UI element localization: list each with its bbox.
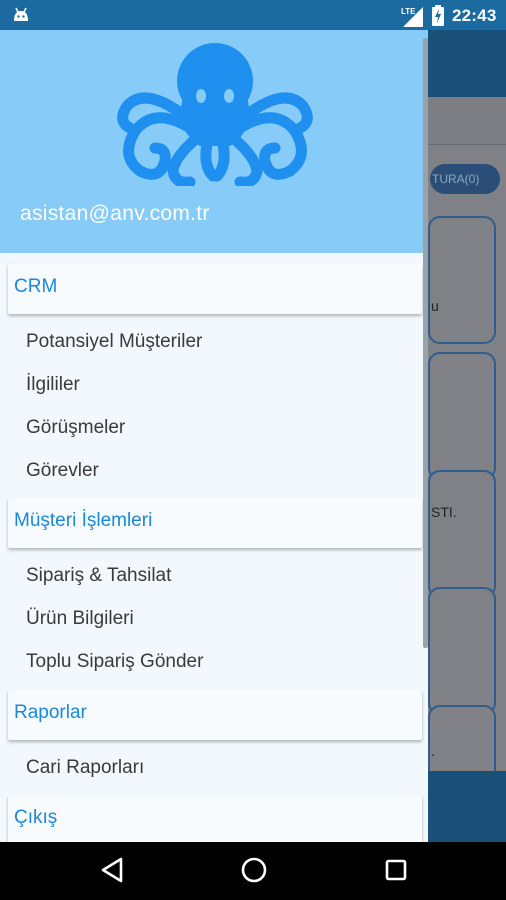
background-tab-pill: TURA(0) (430, 164, 500, 194)
android-notification-icon (14, 7, 28, 21)
back-triangle-icon[interactable] (100, 856, 124, 884)
lte-signal-icon: LTE (401, 7, 423, 27)
section-raporlar[interactable]: Raporlar (8, 690, 422, 740)
drawer-scrollbar[interactable] (423, 38, 428, 648)
navigation-drawer: asistan@anv.com.tr CRM Potansiyel Müşter… (0, 30, 428, 842)
battery-charging-icon (432, 5, 444, 26)
menu-item-ilgililer[interactable]: İlgililer (26, 374, 80, 396)
menu-item-cari-raporlari[interactable]: Cari Raporları (26, 757, 144, 779)
account-email: asistan@anv.com.tr (20, 202, 210, 225)
background-card: STI. (428, 470, 496, 598)
menu-item-urun-bilgileri[interactable]: Ürün Bilgileri (26, 608, 134, 630)
menu-item-toplu-siparis-gonder[interactable]: Toplu Sipariş Gönder (26, 651, 203, 673)
drawer-header: asistan@anv.com.tr (0, 30, 428, 253)
section-crm[interactable]: CRM (8, 264, 422, 314)
background-card (428, 352, 496, 480)
section-cikis[interactable]: Çıkış (8, 795, 422, 842)
background-card: u (428, 216, 496, 344)
home-circle-icon[interactable] (240, 856, 268, 884)
menu-item-gorevler[interactable]: Görevler (26, 460, 99, 482)
menu-item-siparis-tahsilat[interactable]: Sipariş & Tahsilat (26, 565, 171, 587)
system-navigation-bar (0, 842, 506, 900)
recents-square-icon[interactable] (384, 856, 408, 884)
svg-text:LTE: LTE (401, 7, 416, 16)
menu-item-gorusmeler[interactable]: Görüşmeler (26, 417, 125, 439)
section-musteri-islemleri[interactable]: Müşteri İşlemleri (8, 498, 422, 548)
status-time: 22:43 (452, 6, 497, 25)
octopus-logo-icon (117, 43, 313, 186)
background-card (428, 587, 496, 715)
menu-item-potansiyel-musteriler[interactable]: Potansiyel Müşteriler (26, 331, 202, 353)
status-bar: LTE 22:43 (0, 0, 506, 30)
